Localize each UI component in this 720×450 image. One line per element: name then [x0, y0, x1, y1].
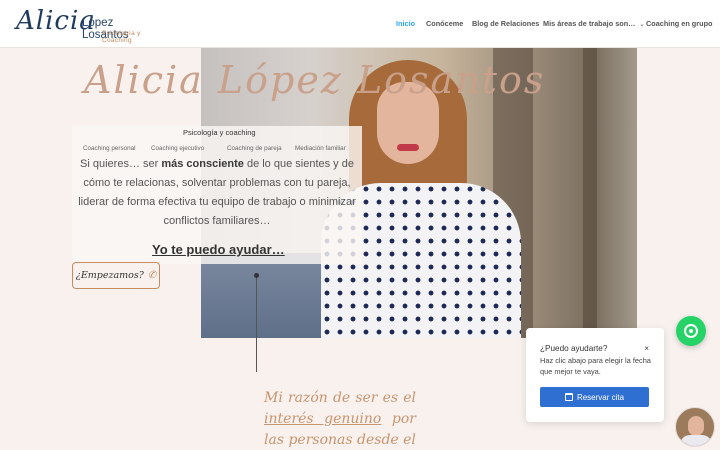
photo-tree — [583, 48, 597, 338]
start-button-label: ¿Empezamos? — [75, 270, 144, 281]
nav-inicio[interactable]: Inicio — [396, 19, 415, 28]
intro-text: Si quieres… ser — [80, 158, 162, 170]
whatsapp-icon — [684, 324, 698, 338]
tag-coaching-pareja: Coaching de pareja — [227, 145, 282, 152]
tag-coaching-personal: Coaching personal — [83, 145, 136, 152]
mission-underlined: interés genuino — [264, 411, 382, 427]
tag-coaching-ejecutivo: Coaching ejecutivo — [151, 145, 205, 152]
nav-conoceme[interactable]: Conóceme — [426, 19, 463, 28]
panel-title: Psicología y coaching — [183, 128, 256, 137]
avatar[interactable] — [675, 407, 715, 447]
phone-icon: ✆ — [147, 270, 157, 281]
calendar-icon — [564, 393, 573, 401]
divider-line — [256, 276, 257, 372]
mission-part: Mi razón de ser es el — [264, 390, 416, 406]
chat-body: Haz clic abajo para elegir la fecha que … — [540, 356, 651, 376]
hero-signature: Alicia López Losantos — [84, 58, 546, 102]
book-appointment-button[interactable]: Reservar cita — [540, 387, 649, 407]
avatar-shirt — [680, 435, 712, 446]
help-heading: Yo te puedo ayudar… — [152, 242, 285, 257]
divider-dot — [254, 273, 259, 278]
intro-bold: más consciente — [161, 158, 244, 170]
close-icon[interactable]: × — [644, 344, 649, 353]
start-button[interactable]: ¿Empezamos? ✆ — [72, 262, 160, 289]
main-nav: Inicio Conóceme Blog de Relaciones Mis á… — [0, 19, 720, 31]
hero-intro: Si quieres… ser más consciente de lo que… — [72, 155, 362, 231]
avatar-face — [688, 416, 704, 436]
nav-coaching-grupo[interactable]: Coaching en grupo — [646, 19, 712, 28]
chat-popup: ¿Puedo ayudarte? × Haz clic abajo para e… — [526, 328, 664, 422]
logo-subtitle: Psicología y Coaching — [102, 30, 141, 44]
chevron-down-icon: ⌄ — [639, 22, 645, 28]
tag-mediacion-familiar: Mediación familiar — [295, 145, 346, 152]
photo-background — [201, 253, 331, 338]
nav-blog[interactable]: Blog de Relaciones — [472, 19, 539, 28]
whatsapp-button[interactable] — [676, 316, 706, 346]
book-appointment-label: Reservar cita — [576, 392, 625, 402]
site-header: Alicia López Losantos Psicología y Coach… — [0, 0, 720, 48]
nav-areas-label: Mis áreas de trabajo son… — [543, 19, 636, 28]
chat-title: ¿Puedo ayudarte? — [540, 344, 608, 353]
mission-text: Mi razón de ser es el interés genuino po… — [264, 388, 416, 450]
nav-areas[interactable]: Mis áreas de trabajo son… ⌄ — [543, 19, 645, 28]
photo-lips — [397, 144, 419, 151]
